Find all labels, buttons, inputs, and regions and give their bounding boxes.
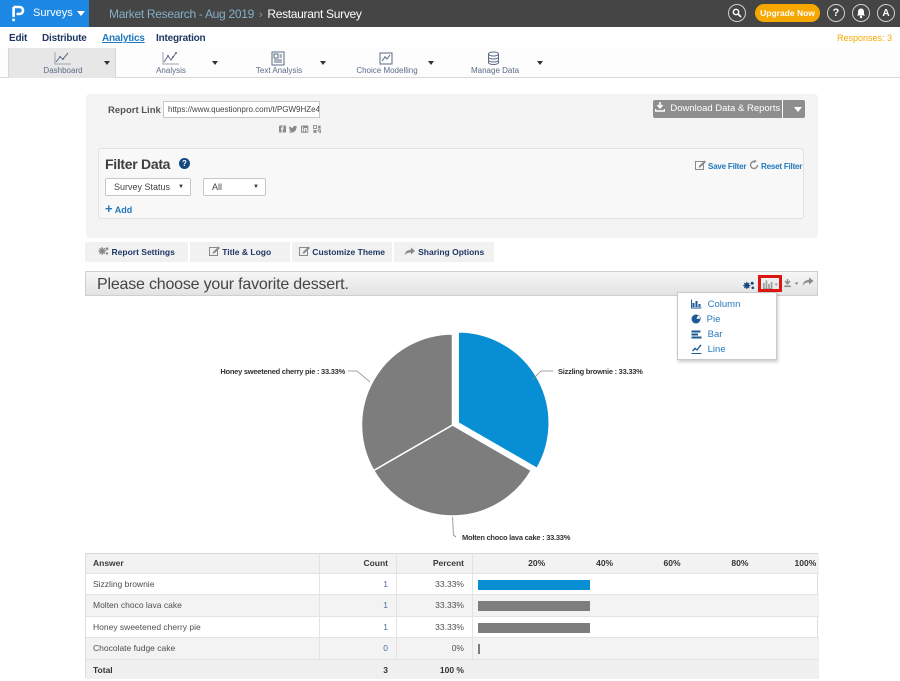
svg-text:Honey sweetened cherry pie : 3: Honey sweetened cherry pie : 33.33% bbox=[220, 367, 345, 376]
svg-text:Molten choco lava cake : 33.33: Molten choco lava cake : 33.33% bbox=[462, 533, 571, 542]
svg-text:Sizzling brownie : 33.33%: Sizzling brownie : 33.33% bbox=[558, 367, 643, 376]
